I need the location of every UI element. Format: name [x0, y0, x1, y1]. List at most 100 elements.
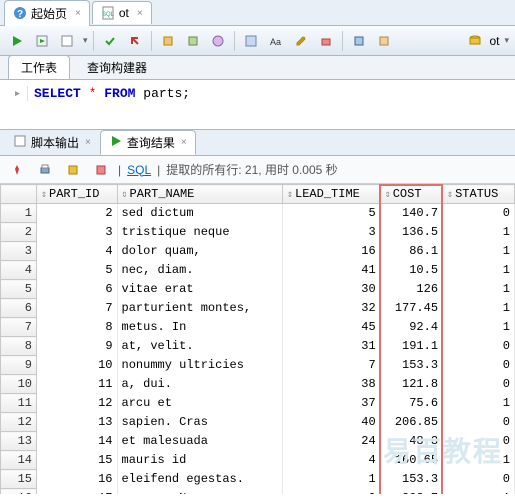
cell-cost[interactable]: 206.85 — [380, 413, 442, 432]
cell-lead-time[interactable]: 24 — [283, 432, 381, 451]
cell-part-name[interactable]: arcu et — [117, 394, 282, 413]
table-row[interactable]: 1112arcu et3775.61 — [1, 394, 515, 413]
table-row[interactable]: 1314et malesuada2448.30 — [1, 432, 515, 451]
close-icon[interactable]: × — [85, 137, 91, 148]
run-button[interactable] — [6, 30, 28, 52]
cell-lead-time[interactable]: 37 — [283, 394, 381, 413]
table-row[interactable]: 1213sapien. Cras40206.850 — [1, 413, 515, 432]
cell-cost[interactable]: 153.3 — [380, 470, 442, 489]
edit-button[interactable] — [290, 30, 312, 52]
cell-part-id[interactable]: 3 — [37, 223, 118, 242]
cell-cost[interactable]: 126 — [380, 280, 442, 299]
column-header[interactable] — [1, 185, 37, 204]
close-icon[interactable]: × — [181, 137, 187, 148]
cell-status[interactable]: 0 — [443, 432, 515, 451]
cell-part-id[interactable]: 13 — [37, 413, 118, 432]
run-script-button[interactable] — [31, 30, 53, 52]
column-header[interactable]: ⇕COST — [380, 185, 442, 204]
table-row[interactable]: 56vitae erat301261 — [1, 280, 515, 299]
query-result-tab[interactable]: 查询结果 × — [100, 130, 196, 155]
explain-plan-button[interactable] — [56, 30, 78, 52]
cell-cost[interactable]: 153.3 — [380, 356, 442, 375]
cell-part-name[interactable]: at, velit. — [117, 337, 282, 356]
cell-lead-time[interactable]: 16 — [283, 242, 381, 261]
cell-part-id[interactable]: 4 — [37, 242, 118, 261]
worksheet-tab[interactable]: 工作表 — [8, 55, 70, 79]
cell-status[interactable]: 1 — [443, 451, 515, 470]
column-header[interactable]: ⇕PART_ID — [37, 185, 118, 204]
cell-part-id[interactable]: 16 — [37, 470, 118, 489]
cell-status[interactable]: 0 — [443, 356, 515, 375]
cell-lead-time[interactable]: 3 — [283, 223, 381, 242]
tb-icon-4[interactable] — [240, 30, 262, 52]
case-button[interactable]: Aa — [265, 30, 287, 52]
cell-part-name[interactable]: vitae erat — [117, 280, 282, 299]
cell-cost[interactable]: 121.8 — [380, 375, 442, 394]
cell-part-name[interactable]: tristique neque — [117, 223, 282, 242]
clear-button[interactable] — [315, 30, 337, 52]
cell-status[interactable]: 1 — [443, 318, 515, 337]
cell-status[interactable]: 1 — [443, 223, 515, 242]
cell-status[interactable]: 0 — [443, 413, 515, 432]
rollback-button[interactable] — [124, 30, 146, 52]
sql-text[interactable]: SELECT * FROM parts; — [34, 86, 190, 101]
cell-part-id[interactable]: 11 — [37, 375, 118, 394]
cell-status[interactable]: 1 — [443, 280, 515, 299]
cell-part-name[interactable]: eleifend egestas. — [117, 470, 282, 489]
cell-cost[interactable]: 177.45 — [380, 299, 442, 318]
cell-cost[interactable]: 136.5 — [380, 223, 442, 242]
cell-part-id[interactable]: 2 — [37, 204, 118, 223]
query-builder-tab[interactable]: 查询构建器 — [74, 55, 160, 79]
cell-status[interactable]: 0 — [443, 375, 515, 394]
cell-part-name[interactable]: metus. In — [117, 318, 282, 337]
close-icon[interactable]: × — [137, 8, 143, 19]
cell-status[interactable]: 0 — [443, 337, 515, 356]
tb-icon-2[interactable] — [182, 30, 204, 52]
cell-lead-time[interactable]: 41 — [283, 261, 381, 280]
cell-lead-time[interactable]: 45 — [283, 318, 381, 337]
cell-lead-time[interactable]: 5 — [283, 204, 381, 223]
print-button[interactable] — [34, 159, 56, 181]
dropdown-icon[interactable]: ▾ — [83, 35, 88, 46]
tb-icon-1[interactable] — [157, 30, 179, 52]
cell-part-id[interactable]: 17 — [37, 489, 118, 495]
cell-lead-time[interactable]: 7 — [283, 356, 381, 375]
table-row[interactable]: 45nec, diam.4110.51 — [1, 261, 515, 280]
cell-lead-time[interactable]: 9 — [283, 489, 381, 495]
cell-cost[interactable]: 10.5 — [380, 261, 442, 280]
cell-status[interactable]: 1 — [443, 261, 515, 280]
cell-lead-time[interactable]: 40 — [283, 413, 381, 432]
cell-part-name[interactable]: nec, diam. — [117, 261, 282, 280]
connection-icon[interactable] — [464, 30, 486, 52]
cell-part-name[interactable]: dolor quam, — [117, 242, 282, 261]
column-header[interactable]: ⇕LEAD_TIME — [283, 185, 381, 204]
cell-part-name[interactable]: sapien. Cras — [117, 413, 282, 432]
cell-cost[interactable]: 86.1 — [380, 242, 442, 261]
table-row[interactable]: 89at, velit.31191.10 — [1, 337, 515, 356]
column-header[interactable]: ⇕PART_NAME — [117, 185, 282, 204]
cell-cost[interactable]: 140.7 — [380, 204, 442, 223]
sql-editor[interactable]: ▸ SELECT * FROM parts; — [0, 80, 515, 130]
cell-part-name[interactable]: sed dictum — [117, 204, 282, 223]
cell-cost[interactable]: 160.65 — [380, 451, 442, 470]
sql-link[interactable]: SQL — [127, 163, 151, 177]
cell-lead-time[interactable]: 4 — [283, 451, 381, 470]
home-tab[interactable]: ? 起始页 × — [4, 0, 90, 26]
cell-part-id[interactable]: 12 — [37, 394, 118, 413]
commit-button[interactable] — [99, 30, 121, 52]
cell-status[interactable]: 0 — [443, 470, 515, 489]
table-row[interactable]: 67parturient montes,32177.451 — [1, 299, 515, 318]
table-row[interactable]: 1617cursus. Nunc9203.71 — [1, 489, 515, 495]
cell-lead-time[interactable]: 38 — [283, 375, 381, 394]
cell-status[interactable]: 1 — [443, 299, 515, 318]
cell-part-name[interactable]: parturient montes, — [117, 299, 282, 318]
cell-cost[interactable]: 203.7 — [380, 489, 442, 495]
table-row[interactable]: 34dolor quam,1686.11 — [1, 242, 515, 261]
cell-lead-time[interactable]: 31 — [283, 337, 381, 356]
cell-part-name[interactable]: cursus. Nunc — [117, 489, 282, 495]
cell-status[interactable]: 1 — [443, 489, 515, 495]
cell-part-name[interactable]: a, dui. — [117, 375, 282, 394]
cell-lead-time[interactable]: 30 — [283, 280, 381, 299]
cell-part-name[interactable]: mauris id — [117, 451, 282, 470]
export-button[interactable] — [62, 159, 84, 181]
